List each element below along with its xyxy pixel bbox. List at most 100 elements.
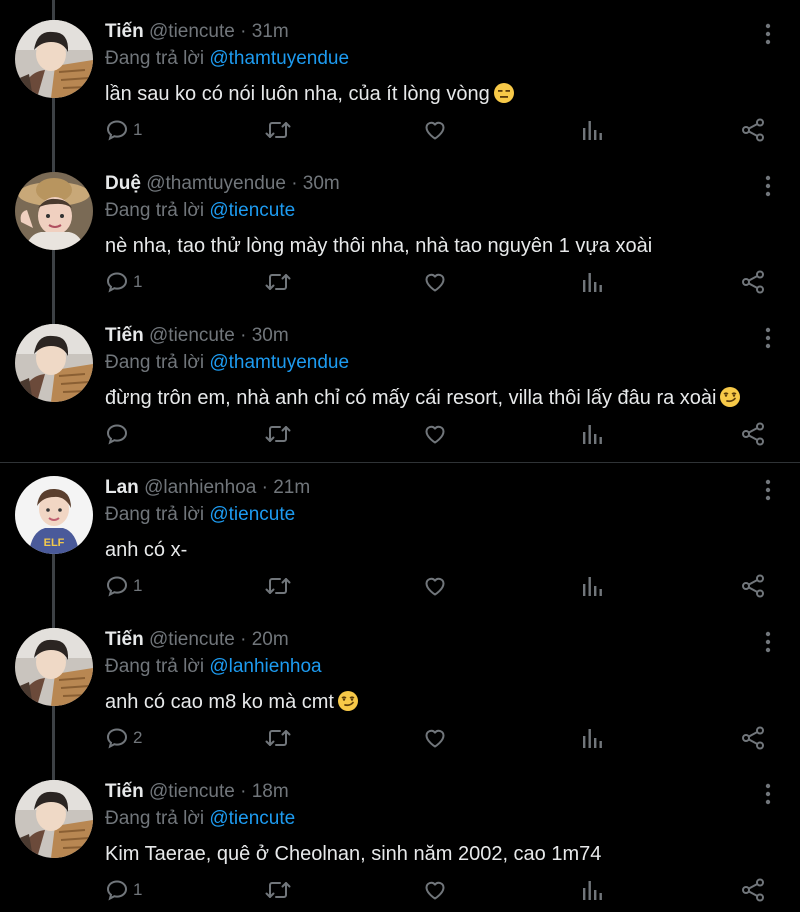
timestamp[interactable]: 18m — [252, 781, 289, 802]
reply-button[interactable]: 1 — [105, 875, 142, 905]
timestamp[interactable]: 20m — [252, 629, 289, 650]
avatar-due[interactable] — [15, 172, 93, 250]
timestamp[interactable]: 31m — [252, 21, 289, 42]
share-button[interactable] — [740, 875, 766, 905]
handle[interactable]: @tiencute — [149, 21, 235, 42]
avatar-lan[interactable]: ELF — [15, 476, 93, 554]
like-button[interactable] — [423, 875, 447, 905]
like-button[interactable] — [423, 419, 447, 449]
replying-to: Đang trả lời @tiencute — [105, 806, 295, 832]
heart-icon — [423, 422, 447, 446]
expressionless-emoji — [490, 83, 515, 105]
replying-label: Đang trả lời — [105, 656, 205, 677]
action-bar — [0, 419, 800, 449]
display-name[interactable]: Tiến — [105, 21, 144, 42]
share-button[interactable] — [740, 571, 766, 601]
avatar-tien[interactable] — [15, 780, 93, 858]
share-icon — [740, 269, 766, 295]
mention-link[interactable]: @tiencute — [209, 808, 295, 829]
display-name[interactable]: Duệ — [105, 173, 141, 194]
replying-label: Đang trả lời — [105, 200, 205, 221]
analytics-button[interactable] — [582, 875, 604, 905]
like-button[interactable] — [423, 267, 447, 297]
avatar-tien[interactable] — [15, 324, 93, 402]
tweet-text: anh có cao m8 ko mà cmt — [105, 688, 359, 716]
tweet[interactable]: Duệ @thamtuyendue · 30m Đang trả lời @ti… — [0, 152, 800, 303]
more-options-icon[interactable] — [756, 782, 780, 806]
display-name[interactable]: Tiến — [105, 781, 144, 802]
retweet-icon — [264, 422, 292, 446]
more-options-icon[interactable] — [756, 478, 780, 502]
display-name[interactable]: Tiến — [105, 325, 144, 346]
tweet-header: Tiến @tiencute · 20m — [105, 627, 289, 653]
tweet-text-content: đừng trôn em, nhà anh chỉ có mấy cái res… — [105, 387, 717, 409]
analytics-button[interactable] — [582, 115, 604, 145]
like-button[interactable] — [423, 723, 447, 753]
handle[interactable]: @tiencute — [149, 629, 235, 650]
like-button[interactable] — [423, 115, 447, 145]
heart-icon — [423, 118, 447, 142]
replying-to: Đang trả lời @tiencute — [105, 502, 295, 528]
display-name[interactable]: Tiến — [105, 629, 144, 650]
reply-count: 1 — [133, 272, 143, 291]
tweet[interactable]: Tiến @tiencute · 18m Đang trả lời @tienc… — [0, 760, 800, 911]
reply-button[interactable] — [105, 419, 133, 449]
timestamp[interactable]: 21m — [273, 477, 310, 498]
retweet-button[interactable] — [264, 875, 292, 905]
tweet[interactable]: Tiến @tiencute · 30m Đang trả lời @thamt… — [0, 304, 800, 455]
mention-link[interactable]: @thamtuyendue — [209, 48, 349, 69]
mention-link[interactable]: @lanhienhoa — [209, 656, 321, 677]
more-options-icon[interactable] — [756, 630, 780, 654]
tweet-text: nè nha, tao thử lòng mày thôi nha, nhà t… — [105, 232, 652, 260]
retweet-button[interactable] — [264, 115, 292, 145]
timestamp[interactable]: 30m — [252, 325, 289, 346]
retweet-icon — [264, 726, 292, 750]
analytics-button[interactable] — [582, 571, 604, 601]
replying-label: Đang trả lời — [105, 808, 205, 829]
mention-link[interactable]: @thamtuyendue — [209, 352, 349, 373]
analytics-button[interactable] — [582, 267, 604, 297]
action-bar: 1 — [0, 875, 800, 905]
share-button[interactable] — [740, 419, 766, 449]
tweet-header: Duệ @thamtuyendue · 30m — [105, 171, 340, 197]
heart-icon — [423, 270, 447, 294]
retweet-button[interactable] — [264, 267, 292, 297]
tweet[interactable]: ELF Lan @lanhienhoa · 21m Đang trả lời @… — [0, 456, 800, 607]
retweet-button[interactable] — [264, 723, 292, 753]
timestamp[interactable]: 30m — [303, 173, 340, 194]
reply-count: 1 — [133, 880, 143, 899]
analytics-button[interactable] — [582, 419, 604, 449]
like-button[interactable] — [423, 571, 447, 601]
reply-button[interactable]: 1 — [105, 267, 142, 297]
handle[interactable]: @thamtuyendue — [146, 173, 286, 194]
reply-button[interactable]: 1 — [105, 115, 142, 145]
more-options-icon[interactable] — [756, 174, 780, 198]
more-options-icon[interactable] — [756, 22, 780, 46]
handle[interactable]: @tiencute — [149, 781, 235, 802]
more-options-icon[interactable] — [756, 326, 780, 350]
tweet[interactable]: Tiến @tiencute · 20m Đang trả lời @lanhi… — [0, 608, 800, 759]
retweet-button[interactable] — [264, 419, 292, 449]
tweet-text: đừng trôn em, nhà anh chỉ có mấy cái res… — [105, 384, 741, 412]
mention-link[interactable]: @tiencute — [209, 200, 295, 221]
avatar-tien[interactable] — [15, 628, 93, 706]
avatar-tien[interactable] — [15, 20, 93, 98]
share-icon — [740, 421, 766, 447]
handle[interactable]: @tiencute — [149, 325, 235, 346]
handle[interactable]: @lanhienhoa — [144, 477, 256, 498]
share-button[interactable] — [740, 267, 766, 297]
retweet-button[interactable] — [264, 571, 292, 601]
analytics-button[interactable] — [582, 723, 604, 753]
share-button[interactable] — [740, 723, 766, 753]
reply-icon — [105, 574, 129, 598]
share-icon — [740, 877, 766, 903]
reply-button[interactable]: 2 — [105, 723, 142, 753]
tweet[interactable]: Tiến @tiencute · 31m Đang trả lời @thamt… — [0, 0, 800, 151]
analytics-icon — [582, 118, 604, 142]
display-name[interactable]: Lan — [105, 477, 139, 498]
tweet-text-content: nè nha, tao thử lòng mày thôi nha, nhà t… — [105, 235, 653, 257]
reply-button[interactable]: 1 — [105, 571, 142, 601]
share-button[interactable] — [740, 115, 766, 145]
mention-link[interactable]: @tiencute — [209, 504, 295, 525]
dot-separator: · — [240, 629, 247, 650]
